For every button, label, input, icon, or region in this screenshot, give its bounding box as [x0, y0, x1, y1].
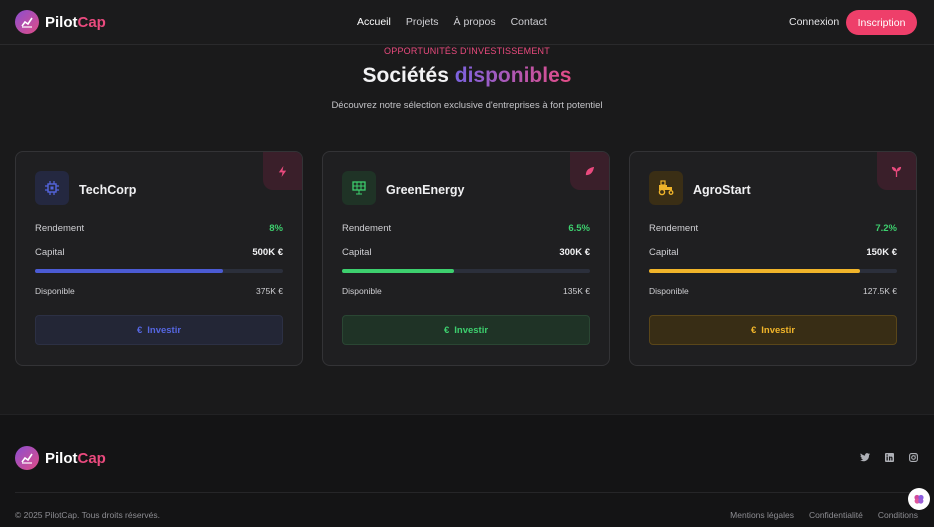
chip-icon	[35, 171, 69, 205]
capital-value: 500K €	[252, 247, 283, 258]
capital-value: 150K €	[866, 247, 897, 258]
nav-link-contact[interactable]: Contact	[511, 16, 547, 28]
tractor-icon	[649, 171, 683, 205]
brand-logo[interactable]: PilotCap	[15, 10, 106, 34]
nav-links: Accueil Projets À propos Contact	[357, 16, 547, 28]
twitter-icon[interactable]	[860, 452, 870, 462]
rendement-value: 6.5%	[568, 223, 590, 234]
rendement-value: 7.2%	[875, 223, 897, 234]
rendement-row: Rendement 8%	[35, 223, 283, 234]
disponible-row: Disponible 135K €	[342, 286, 590, 296]
funding-progress-bar	[649, 269, 897, 273]
footer-brand-name: PilotCap	[45, 449, 106, 467]
footer: PilotCap © 2025 PilotCap. Tous droits ré…	[0, 414, 934, 527]
rendement-value: 8%	[269, 223, 283, 234]
instagram-icon[interactable]	[908, 452, 918, 462]
top-navbar: PilotCap Accueil Projets À propos Contac…	[0, 0, 934, 45]
lightning-icon	[263, 152, 302, 190]
footer-link-conditions[interactable]: Conditions	[878, 510, 918, 520]
nav-link-a-propos[interactable]: À propos	[454, 16, 496, 28]
company-card-agrostart: AgroStart Rendement 7.2% Capital 150K € Di…	[629, 151, 917, 366]
invest-button[interactable]: € Investir	[342, 315, 590, 345]
footer-links: Mentions légales Confidentialité Conditi…	[730, 510, 918, 520]
company-name: TechCorp	[79, 183, 137, 197]
company-card-greenenergy: GreenEnergy Rendement 6.5% Capital 300K € …	[322, 151, 610, 366]
capital-row: Capital 150K €	[649, 247, 897, 258]
euro-icon: €	[443, 324, 450, 336]
copyright-text: © 2025 PilotCap. Tous droits réservés.	[15, 510, 161, 520]
leaf-icon	[570, 152, 609, 190]
linkedin-icon[interactable]	[884, 452, 894, 462]
chart-icon	[15, 10, 39, 34]
funding-progress-bar	[35, 269, 283, 273]
disponible-row: Disponible 375K €	[35, 286, 283, 296]
page-title: Sociétés disponibles	[362, 64, 572, 87]
seedling-icon	[877, 152, 916, 190]
nav-link-projets[interactable]: Projets	[406, 16, 439, 28]
footer-divider	[15, 492, 917, 493]
footer-brand-logo[interactable]: PilotCap	[15, 446, 106, 470]
section-eyebrow: OPPORTUNITÉS D'INVESTISSEMENT	[384, 46, 550, 56]
disponible-value: 127.5K €	[862, 286, 897, 296]
rendement-row: Rendement 6.5%	[342, 223, 590, 234]
company-name: GreenEnergy	[386, 183, 465, 197]
rendement-row: Rendement 7.2%	[649, 223, 897, 234]
brain-icon[interactable]	[908, 488, 930, 510]
invest-button[interactable]: € Investir	[649, 315, 897, 345]
nav-link-accueil[interactable]: Accueil	[357, 16, 391, 28]
login-link[interactable]: Connexion	[789, 16, 839, 28]
euro-icon: €	[750, 324, 757, 336]
chart-icon	[15, 446, 39, 470]
page-subtitle: Découvrez notre sélection exclusive d'en…	[331, 100, 603, 111]
company-name: AgroStart	[693, 183, 751, 197]
capital-row: Capital 500K €	[35, 247, 283, 258]
solar-panel-icon	[342, 171, 376, 205]
brand-name: PilotCap	[45, 13, 106, 31]
disponible-row: Disponible 127.5K €	[649, 286, 897, 296]
disponible-value: 135K €	[563, 286, 590, 296]
footer-link-confidentialite[interactable]: Confidentialité	[809, 510, 863, 520]
disponible-value: 375K €	[256, 286, 283, 296]
footer-link-mentions[interactable]: Mentions légales	[730, 510, 794, 520]
funding-progress-bar	[342, 269, 590, 273]
signup-button[interactable]: Inscription	[846, 10, 917, 35]
capital-value: 300K €	[559, 247, 590, 258]
social-links	[860, 452, 918, 462]
capital-row: Capital 300K €	[342, 247, 590, 258]
euro-icon: €	[136, 324, 143, 336]
invest-button[interactable]: € Investir	[35, 315, 283, 345]
company-card-techcorp: TechCorp Rendement 8% Capital 500K € Dispo…	[15, 151, 303, 366]
